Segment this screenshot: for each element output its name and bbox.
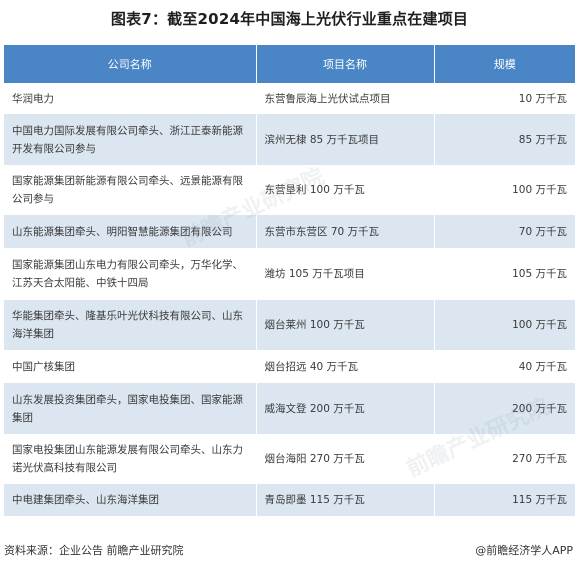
cell-company: 华润电力	[4, 83, 257, 114]
cell-project: 潍坊 105 万千瓦项目	[256, 248, 435, 300]
cell-company: 山东发展投资集团牵头，国家电投集团、国家能源集团	[4, 383, 257, 434]
cell-company: 中电建集团牵头、山东海洋集团	[4, 484, 257, 516]
table-row: 中电建集团牵头、山东海洋集团 青岛即墨 115 万千瓦 115 万千瓦	[4, 484, 575, 516]
cell-project: 烟台莱州 100 万千瓦	[256, 300, 435, 350]
cell-scale: 105 万千瓦	[434, 248, 575, 300]
cell-scale: 200 万千瓦	[434, 383, 575, 434]
chart-title: 图表7：截至2024年中国海上光伏行业重点在建项目	[110, 10, 469, 28]
brand-credit: @前瞻经济学人APP	[475, 544, 573, 557]
table-row: 国家能源集团新能源有限公司牵头、远景能源有限公司参与 东营垦利 100 万千瓦 …	[4, 165, 575, 215]
table-header-row: 公司名称 项目名称 规模	[4, 45, 575, 83]
header-project: 项目名称	[256, 45, 435, 83]
table-row: 中国广核集团 烟台招远 40 万千瓦 40 万千瓦	[4, 350, 575, 383]
table-row: 山东发展投资集团牵头，国家电投集团、国家能源集团 威海文登 200 万千瓦 20…	[4, 383, 575, 434]
cell-project: 东营鲁辰海上光伏试点项目	[256, 83, 435, 114]
cell-scale: 70 万千瓦	[434, 215, 575, 248]
cell-scale: 100 万千瓦	[434, 300, 575, 350]
cell-project: 东营市东营区 70 万千瓦	[256, 215, 435, 248]
table-row: 中国电力国际发展有限公司牵头、浙江正泰新能源开发有限公司参与 滨州无棣 85 万…	[4, 114, 575, 165]
cell-project: 烟台招远 40 万千瓦	[256, 350, 435, 383]
cell-project: 滨州无棣 85 万千瓦项目	[256, 114, 435, 165]
cell-scale: 10 万千瓦	[434, 83, 575, 114]
projects-table: 公司名称 项目名称 规模 华润电力 东营鲁辰海上光伏试点项目 10 万千瓦 中国…	[4, 45, 575, 516]
cell-company: 国家电投集团山东能源发展有限公司牵头、山东力诺光伏高科技有限公司	[4, 434, 257, 484]
header-scale: 规模	[434, 45, 575, 83]
table-row: 华润电力 东营鲁辰海上光伏试点项目 10 万千瓦	[4, 83, 575, 114]
table-row: 国家电投集团山东能源发展有限公司牵头、山东力诺光伏高科技有限公司 烟台海阳 27…	[4, 434, 575, 484]
cell-company: 中国广核集团	[4, 350, 257, 383]
cell-scale: 40 万千瓦	[434, 350, 575, 383]
cell-project: 烟台海阳 270 万千瓦	[256, 434, 435, 484]
table-row: 山东能源集团牵头、明阳智慧能源集团有限公司 东营市东营区 70 万千瓦 70 万…	[4, 215, 575, 248]
cell-scale: 115 万千瓦	[434, 484, 575, 516]
cell-scale: 85 万千瓦	[434, 114, 575, 165]
cell-project: 威海文登 200 万千瓦	[256, 383, 435, 434]
cell-scale: 100 万千瓦	[434, 165, 575, 215]
cell-company: 国家能源集团新能源有限公司牵头、远景能源有限公司参与	[4, 165, 257, 215]
cell-project: 青岛即墨 115 万千瓦	[256, 484, 435, 516]
cell-scale: 270 万千瓦	[434, 434, 575, 484]
table-row: 国家能源集团山东电力有限公司牵头，万华化学、江苏天合太阳能、中铁十四局 潍坊 1…	[4, 248, 575, 300]
table-row: 华能集团牵头、隆基乐叶光伏科技有限公司、山东海洋集团 烟台莱州 100 万千瓦 …	[4, 300, 575, 350]
header-company: 公司名称	[4, 45, 257, 83]
cell-company: 国家能源集团山东电力有限公司牵头，万华化学、江苏天合太阳能、中铁十四局	[4, 248, 257, 300]
cell-company: 中国电力国际发展有限公司牵头、浙江正泰新能源开发有限公司参与	[4, 114, 257, 165]
cell-company: 华能集团牵头、隆基乐叶光伏科技有限公司、山东海洋集团	[4, 300, 257, 350]
cell-project: 东营垦利 100 万千瓦	[256, 165, 435, 215]
cell-company: 山东能源集团牵头、明阳智慧能源集团有限公司	[4, 215, 257, 248]
source-note: 资料来源：企业公告 前瞻产业研究院	[4, 544, 184, 557]
